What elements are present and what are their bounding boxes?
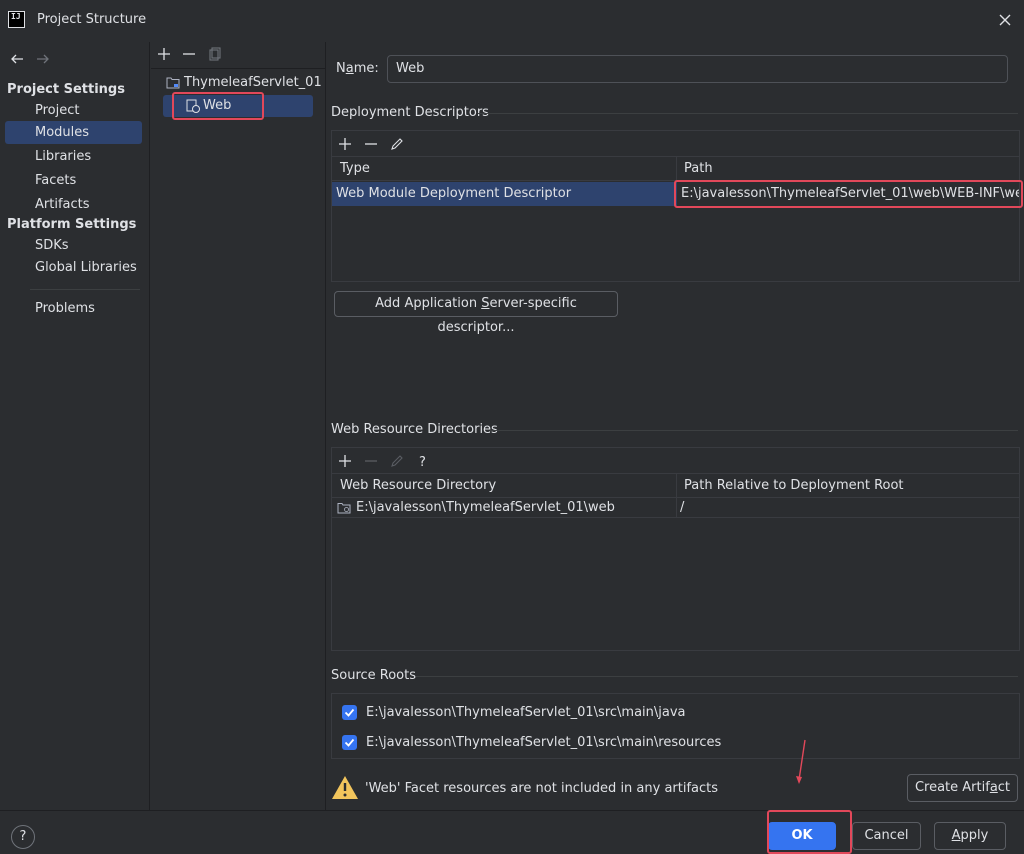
warning-icon [332,776,358,799]
remove-descriptor-icon[interactable] [363,136,379,152]
help-icon[interactable]: ? [11,825,35,849]
deployment-descriptors-table: Type Path Web Module Deployment Descript… [331,130,1023,282]
wrd-col-relative-path[interactable]: Path Relative to Deployment Root [676,474,1019,498]
intellij-logo-icon: IJ [8,11,25,28]
project-settings-header: Project Settings [7,82,125,97]
annotation-arrow [796,739,806,784]
wrd-toolbar: ? [332,448,1019,474]
title-bar [0,0,1024,42]
dd-col-path[interactable]: Path [676,157,1019,181]
svg-text:?: ? [419,455,426,469]
annotation-highlight-ok [767,810,852,854]
checkmark-icon [344,738,355,747]
module-tree-panel [151,42,326,810]
annotation-highlight-web [172,92,264,120]
nav-item-problems[interactable]: Problems [5,297,142,320]
back-arrow-icon[interactable] [8,50,26,68]
close-icon[interactable] [996,11,1014,29]
add-directory-icon[interactable] [337,453,353,469]
section-divider [416,676,1018,677]
web-resource-directories-title: Web Resource Directories [331,422,498,437]
add-descriptor-icon[interactable] [337,136,353,152]
nav-item-global-libraries[interactable]: Global Libraries [5,256,142,279]
source-root-java-checkbox[interactable] [342,705,357,720]
source-roots-list: E:\javalesson\ThymeleafServlet_01\src\ma… [331,693,1020,759]
apply-button[interactable]: Apply [934,822,1006,850]
warning-text: 'Web' Facet resources are not included i… [365,781,719,796]
edit-directory-icon [391,455,403,467]
nav-item-facets[interactable]: Facets [5,169,142,192]
footer-divider [0,810,1024,811]
source-root-resources-checkbox[interactable] [342,735,357,750]
nav-item-artifacts[interactable]: Artifacts [5,193,142,216]
edit-descriptor-icon[interactable] [389,136,405,152]
nav-item-project[interactable]: Project [5,99,142,122]
nav-item-modules[interactable]: Modules [5,121,142,144]
wrd-row-relative-path: / [680,500,685,515]
add-icon[interactable] [156,46,172,62]
copy-icon [209,47,221,61]
remove-icon[interactable] [181,46,197,62]
name-input[interactable]: Web [387,55,1008,83]
deployment-descriptors-title: Deployment Descriptors [331,105,489,120]
source-root-java-label: E:\javalesson\ThymeleafServlet_01\src\ma… [366,705,686,720]
web-resource-directories-table: ? Web Resource Directory Path Relative t… [331,447,1020,651]
source-root-resources-label: E:\javalesson\ThymeleafServlet_01\src\ma… [366,735,722,750]
help-question-icon[interactable]: ? [415,453,431,469]
tree-module-label: ThymeleafServlet_01 [184,75,322,90]
dd-col-type[interactable]: Type [332,157,676,181]
wrd-row-directory: E:\javalesson\ThymeleafServlet_01\web [356,500,615,515]
name-label: Name: [336,61,379,76]
section-divider [478,113,1018,114]
create-artifact-button[interactable]: Create Artifact [907,774,1018,802]
tree-item-module[interactable]: ThymeleafServlet_01 [165,72,322,94]
window-title: Project Structure [37,12,147,27]
annotation-highlight-path [674,180,1023,208]
wrd-col-directory[interactable]: Web Resource Directory [332,474,676,498]
add-server-descriptor-button[interactable]: Add Application Server-specific descript… [334,291,618,335]
cancel-button[interactable]: Cancel [852,822,921,850]
nav-item-libraries[interactable]: Libraries [5,145,142,168]
source-roots-title: Source Roots [331,668,417,683]
section-divider [490,430,1018,431]
folder-icon [337,503,351,514]
dd-toolbar [332,131,1019,157]
platform-settings-header: Platform Settings [7,217,137,232]
table-row[interactable]: E:\javalesson\ThymeleafServlet_01\web / [332,498,1019,518]
module-folder-icon [166,77,180,89]
dd-row-type: Web Module Deployment Descriptor [336,186,572,201]
forward-arrow-icon[interactable] [34,50,52,68]
checkmark-icon [344,708,355,717]
remove-directory-icon [365,460,377,462]
tree-toolbar-divider [151,68,326,69]
nav-divider [30,289,140,290]
nav-item-sdks[interactable]: SDKs [5,234,142,257]
